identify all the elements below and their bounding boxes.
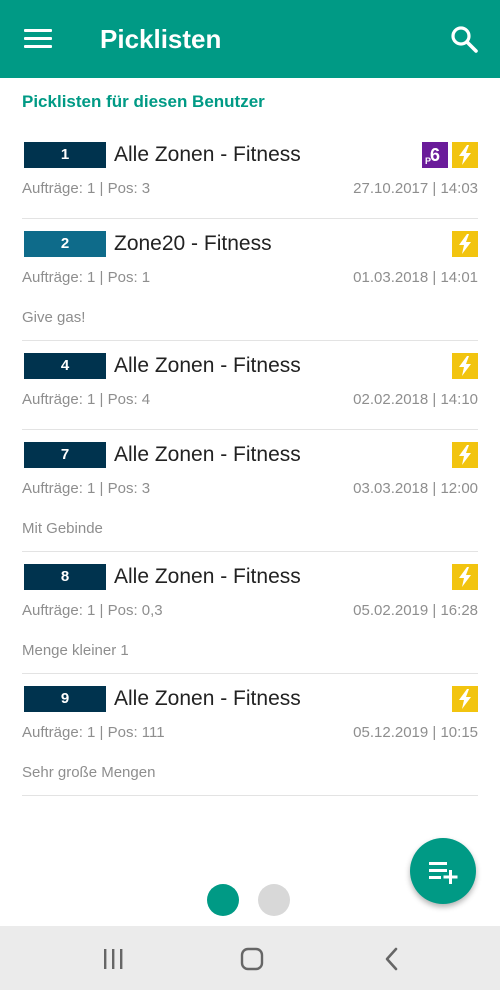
picklist-meta: Aufträge: 1 | Pos: 111 (22, 724, 165, 741)
bolt-icon (452, 564, 478, 590)
picklist-item[interactable]: 8 Alle Zonen - Fitness Aufträge: 1 | Pos: … (22, 552, 478, 674)
picklist-icons (452, 686, 478, 712)
picklist-list: 1 Alle Zonen - Fitness P 6 Aufträge: 1 | Pos… (0, 130, 500, 796)
picklist-meta: Aufträge: 1 | Pos: 3 (22, 180, 151, 197)
picklist-date: 01.03.2018 | 14:01 (353, 269, 478, 286)
picklist-meta: Aufträge: 1 | Pos: 4 (22, 391, 151, 408)
picklist-title: Alle Zonen - Fitness (114, 443, 301, 466)
bolt-icon (452, 442, 478, 468)
section-header: Picklisten für diesen Benutzer (22, 92, 265, 111)
picklist-icons (452, 353, 478, 379)
bolt-icon (452, 686, 478, 712)
picklist-title: Alle Zonen - Fitness (114, 687, 301, 710)
page-title: Picklisten (100, 24, 222, 54)
picklist-number-badge: 9 (24, 686, 106, 712)
hamburger-menu-icon[interactable] (24, 27, 52, 49)
picklist-item[interactable]: 9 Alle Zonen - Fitness Aufträge: 1 | Pos: … (22, 674, 478, 796)
picklist-title: Alle Zonen - Fitness (114, 565, 301, 588)
picklist-icons: P6 (422, 142, 478, 168)
picklist-icons (452, 564, 478, 590)
picklist-note: Give gas! (22, 309, 86, 326)
recent-apps-icon[interactable] (93, 944, 133, 974)
picklist-meta: Aufträge: 1 | Pos: 1 (22, 269, 151, 286)
page-dot-2[interactable] (258, 884, 290, 916)
picklist-title: Zone20 - Fitness (114, 232, 272, 255)
picklist-number-badge: 1 (24, 142, 106, 168)
picklist-number-badge: 8 (24, 564, 106, 590)
page-dot-1[interactable] (207, 884, 239, 916)
picklist-note: Menge kleiner 1 (22, 642, 129, 659)
picklist-meta: Aufträge: 1 | Pos: 3 (22, 480, 151, 497)
search-icon[interactable] (449, 24, 479, 54)
picklist-date: 03.03.2018 | 12:00 (353, 480, 478, 497)
playlist-add-icon (429, 862, 458, 884)
picklist-title: Alle Zonen - Fitness (114, 143, 301, 166)
picklist-title: Alle Zonen - Fitness (114, 354, 301, 377)
picklist-number-badge: 2 (24, 231, 106, 257)
home-icon[interactable] (232, 944, 272, 974)
app-bar: Picklisten (0, 0, 500, 78)
picklist-note: Mit Gebinde (22, 520, 103, 537)
picklist-date: 27.10.2017 | 14:03 (353, 180, 478, 197)
p6-icon: P6 (422, 142, 448, 168)
picklist-meta: Aufträge: 1 | Pos: 0,3 (22, 602, 163, 619)
bolt-icon (452, 231, 478, 257)
add-picklist-button[interactable] (410, 838, 476, 904)
bolt-icon (452, 142, 478, 168)
picklist-item[interactable]: 7 Alle Zonen - Fitness Aufträge: 1 | Pos: … (22, 430, 478, 552)
picklist-icons (452, 442, 478, 468)
picklist-icons (452, 231, 478, 257)
page-indicator (207, 884, 290, 916)
picklist-date: 05.12.2019 | 10:15 (353, 724, 478, 741)
picklist-number-badge: 4 (24, 353, 106, 379)
picklist-date: 02.02.2018 | 14:10 (353, 391, 478, 408)
picklist-item[interactable]: 1 Alle Zonen - Fitness P 6 Aufträge: 1 | Pos… (22, 130, 478, 219)
picklist-note: Sehr große Mengen (22, 764, 156, 781)
picklist-number-badge: 7 (24, 442, 106, 468)
picklist-date: 05.02.2019 | 16:28 (353, 602, 478, 619)
system-nav-bar (0, 926, 500, 990)
picklist-item[interactable]: 2 Zone20 - Fitness Aufträge: 1 | Pos: 1 01.… (22, 219, 478, 341)
picklist-item[interactable]: 4 Alle Zonen - Fitness Aufträge: 1 | Pos: … (22, 341, 478, 430)
back-icon[interactable] (372, 944, 412, 974)
bolt-icon (452, 353, 478, 379)
